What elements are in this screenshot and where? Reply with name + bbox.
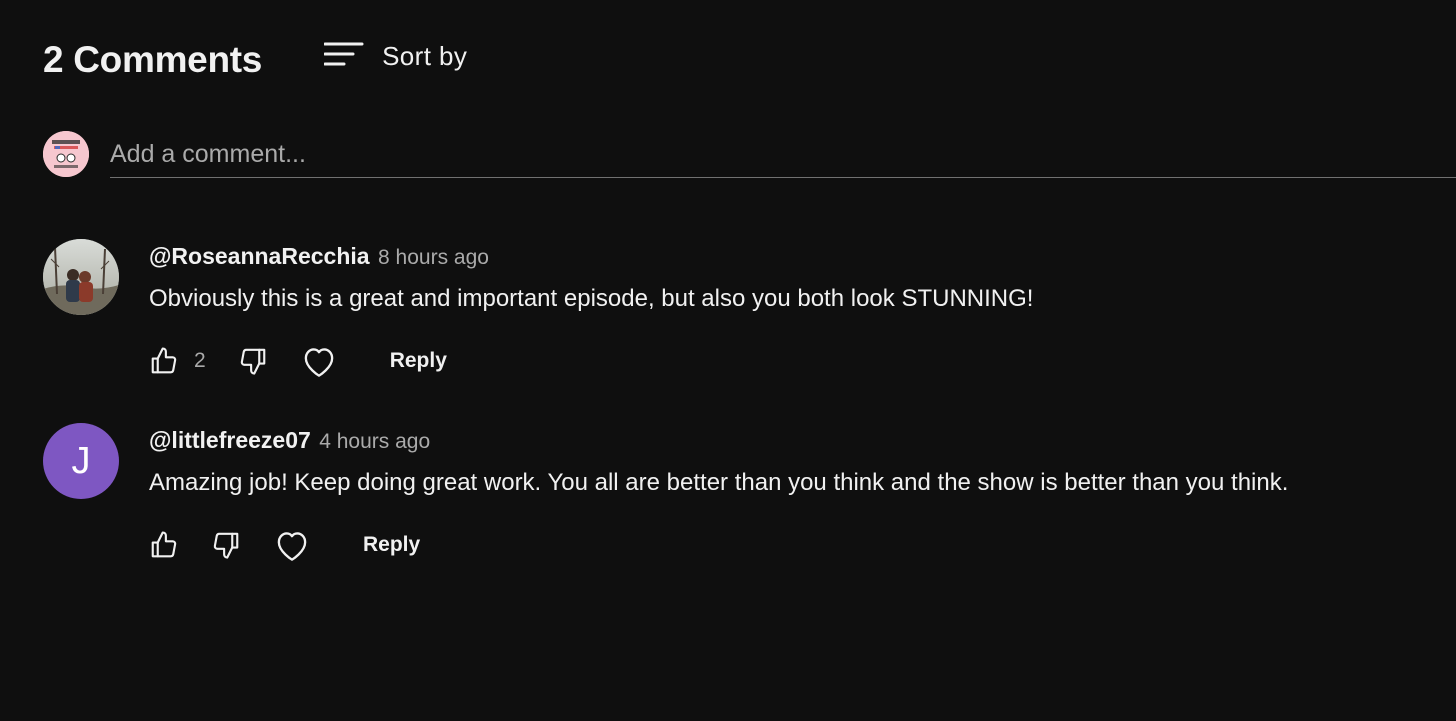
thumbs-down-icon <box>213 532 239 559</box>
comment-actions: 2 Reply <box>149 341 447 381</box>
heart-button[interactable] <box>300 344 338 378</box>
heart-icon <box>304 348 333 377</box>
comments-header: 2 Comments Sort by <box>43 36 467 84</box>
like-count: 2 <box>194 349 206 372</box>
add-comment-row <box>43 131 1456 179</box>
comments-count-title: 2 Comments <box>43 39 263 80</box>
add-comment-input[interactable] <box>110 131 1456 178</box>
dislike-button[interactable] <box>238 346 268 376</box>
like-button[interactable] <box>149 530 179 560</box>
heart-button[interactable] <box>273 528 311 562</box>
comment-timestamp[interactable]: 8 hours ago <box>378 246 489 269</box>
dislike-button[interactable] <box>211 530 241 560</box>
comment-meta: @RoseannaRecchia 8 hours ago <box>149 241 489 275</box>
sort-by-label: Sort by <box>382 40 468 71</box>
sort-icon <box>323 41 364 71</box>
thumbs-up-icon <box>151 531 177 558</box>
thumbs-up-icon <box>151 347 177 374</box>
comment-timestamp[interactable]: 4 hours ago <box>319 430 430 453</box>
self-avatar <box>43 131 89 177</box>
comments-section: 2 Comments Sort by Add a comment... @Ros… <box>0 0 1456 721</box>
comment-text: Amazing job! Keep doing great work. You … <box>149 469 1289 496</box>
comment-text: Obviously this is a great and important … <box>149 285 1034 312</box>
sort-by-button[interactable]: Sort by <box>323 40 468 72</box>
avatar[interactable] <box>43 239 119 315</box>
comment-actions: Reply <box>149 525 420 565</box>
comment-author[interactable]: @RoseannaRecchia <box>149 243 370 269</box>
like-button[interactable] <box>149 346 179 376</box>
reply-button[interactable]: Reply <box>390 349 447 373</box>
thumbs-down-icon <box>240 348 265 375</box>
comment-meta: @littlefreeze07 4 hours ago <box>149 425 430 459</box>
comment-author[interactable]: @littlefreeze07 <box>149 427 311 453</box>
reply-button[interactable]: Reply <box>363 533 420 557</box>
avatar[interactable]: J <box>43 423 119 499</box>
heart-icon <box>277 532 307 561</box>
